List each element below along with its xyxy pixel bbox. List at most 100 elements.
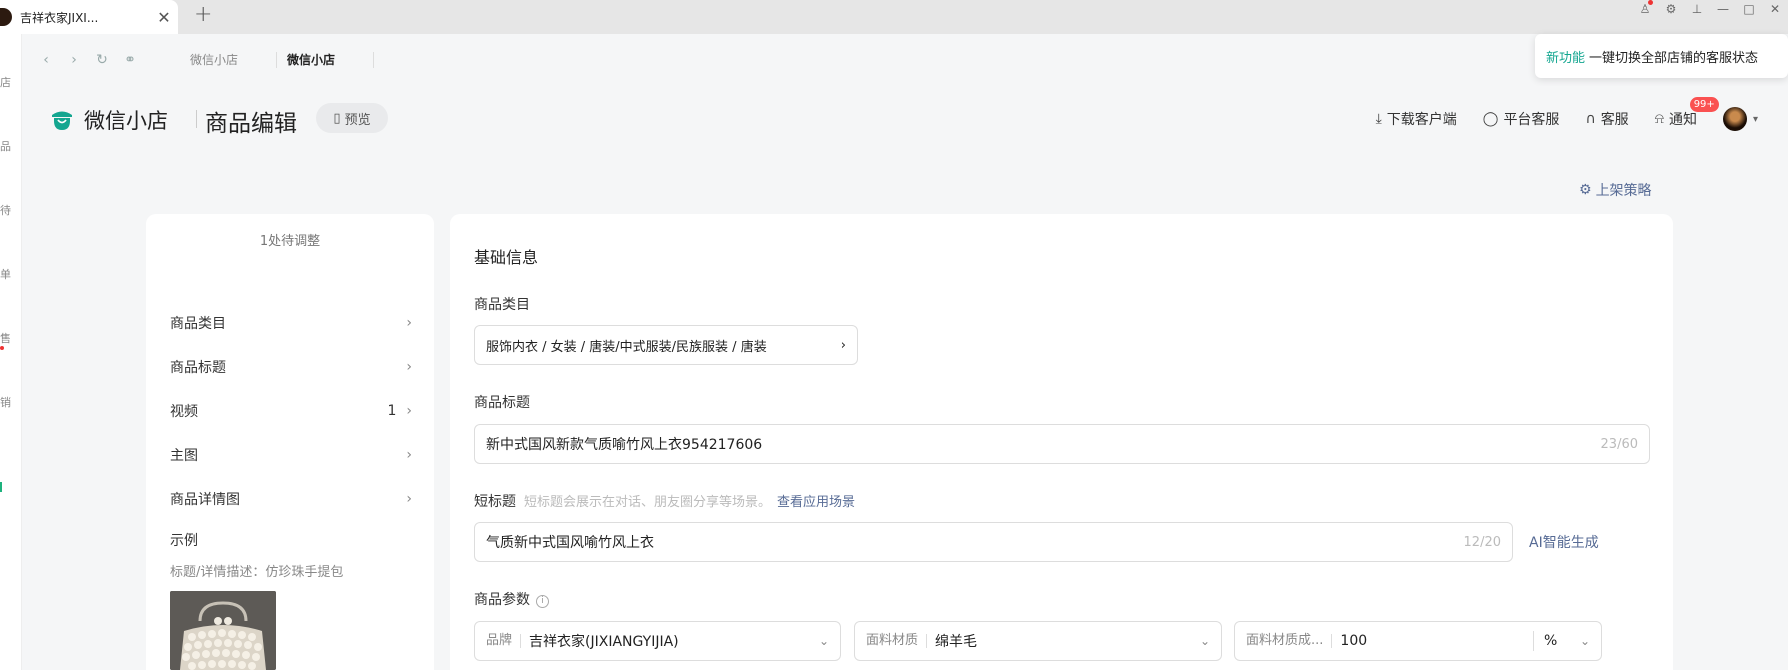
section-nav-card: 1处待调整 商品类目 › 商品标题 › 视频 1 › 主图 › 商品详情图 › … — [146, 214, 434, 670]
title-input[interactable]: 新中式国风新款气质喻竹风上衣954217606 23/60 — [474, 424, 1650, 464]
customer-service-label: 客服 — [1600, 112, 1629, 128]
chevron-down-icon: ⌄ — [818, 634, 829, 648]
rail-item[interactable]: 销 — [0, 394, 11, 410]
rail-item[interactable]: 单 — [0, 266, 11, 282]
platform-service-label: 平台客服 — [1503, 112, 1560, 128]
fabric-content-input[interactable]: 面料材质成... 100 % ⌄ — [1234, 621, 1602, 661]
listing-strategy-link[interactable]: ⚙ 上架策略 — [1579, 180, 1652, 200]
preview-label: 预览 — [344, 112, 371, 128]
tab-title: 吉祥衣家JIXI... — [20, 10, 99, 25]
nav-item-main-image[interactable]: 主图 › — [170, 440, 412, 470]
unit-divider — [1532, 631, 1534, 651]
rail-active-indicator — [0, 482, 2, 492]
chevron-right-icon: › — [406, 403, 412, 419]
basic-info-card: 基础信息 商品类目 服饰内衣 / 女装 / 唐装/中式服装/民族服装 / 唐装 … — [450, 214, 1673, 670]
chat-icon: ◯ — [1482, 111, 1499, 127]
pending-count: 1处待调整 — [259, 234, 321, 249]
params-label-row: 商品参数 i — [474, 589, 549, 609]
new-tab-icon[interactable]: + — [194, 2, 212, 27]
nav-item-detail-images[interactable]: 商品详情图 › — [170, 484, 412, 514]
short-title-hint-text: 短标题会展示在对话、朋友圈分享等场景。 — [524, 495, 772, 510]
fabric-content-value: 100 — [1340, 633, 1368, 649]
shop-logo-icon — [52, 111, 72, 130]
fabric-select[interactable]: 面料材质 绵羊毛 ⌄ — [854, 621, 1222, 661]
example-title: 示例 — [170, 533, 198, 549]
refresh-icon[interactable]: ↻ — [88, 52, 116, 68]
title-counter: 23/60 — [1600, 436, 1638, 452]
notification-label: 通知 — [1668, 112, 1697, 128]
notification-button[interactable]: ⍾ 通知 99+ — [1654, 97, 1719, 129]
nav-item-label: 商品标题 — [170, 360, 226, 376]
platform-service-button[interactable]: ◯ 平台客服 — [1483, 109, 1560, 129]
preview-button[interactable]: ▯ 预览 — [316, 103, 388, 133]
chevron-down-icon[interactable]: ▾ — [1753, 114, 1758, 125]
page-title: 商品编辑 — [205, 111, 297, 137]
nav-item-category[interactable]: 商品类目 › — [170, 308, 412, 338]
brand-select[interactable]: 品牌 吉祥衣家(JIXIANGYIJIA) ⌄ — [474, 621, 841, 661]
nav-item-label: 主图 — [170, 448, 198, 464]
browser-tabbar: 吉祥衣家JIXI... ✕ + ♙ ⚙ ⊥ — □ ✕ — [0, 0, 1788, 34]
browser-tab[interactable]: 吉祥衣家JIXI... ✕ — [0, 0, 178, 34]
short-title-counter: 12/20 — [1463, 534, 1501, 550]
headset-icon: ∩ — [1585, 111, 1596, 127]
chevron-down-icon: ⌄ — [1199, 634, 1210, 648]
info-icon[interactable]: i — [536, 595, 549, 608]
nav-tab-shop[interactable]: 微信小店 — [164, 52, 278, 68]
download-icon: ⤓ — [1375, 111, 1382, 127]
rail-item[interactable]: 售 — [0, 330, 11, 346]
notice-tag: 新功能 — [1546, 50, 1586, 66]
window-close-icon[interactable]: ✕ — [1766, 2, 1784, 16]
nav-tab-shop-active[interactable]: 微信小店 — [277, 52, 375, 68]
nav-item-video[interactable]: 视频 1 › — [170, 396, 412, 426]
chevron-down-icon: ⌄ — [1579, 634, 1590, 648]
rail-item[interactable]: 品 — [0, 138, 11, 154]
header-actions: ⤓ 下载客户端 ◯ 平台客服 ∩ 客服 ⍾ 通知 99+ ▾ — [1376, 97, 1758, 134]
tab-favicon — [0, 8, 12, 26]
title-value: 新中式国风新款气质喻竹风上衣954217606 — [486, 437, 763, 453]
nav-item-label: 视频 — [170, 404, 198, 420]
example-image — [170, 591, 276, 670]
logo-text: 微信小店 — [84, 109, 168, 133]
category-label: 商品类目 — [474, 297, 530, 313]
category-selector[interactable]: 服饰内衣 / 女装 / 唐装/中式服装/民族服装 / 唐装 › — [474, 325, 858, 365]
close-icon[interactable]: ✕ — [150, 8, 178, 27]
chevron-right-icon: › — [840, 337, 846, 353]
chevron-right-icon: › — [406, 491, 412, 507]
settings-icon[interactable]: ⚙ — [1662, 2, 1680, 16]
notification-badge: 99+ — [1689, 97, 1719, 112]
gear-icon: ⚙ — [1579, 182, 1592, 198]
minimize-icon[interactable]: — — [1714, 2, 1732, 16]
chevron-right-icon: › — [406, 359, 412, 375]
avatar[interactable] — [1722, 107, 1747, 131]
pin-icon[interactable]: ⊥ — [1688, 2, 1706, 16]
example-description: 标题/详情描述：仿珍珠手提包 — [170, 565, 344, 580]
section-title: 基础信息 — [474, 248, 539, 267]
short-title-label: 短标题 — [474, 494, 516, 510]
title-label: 商品标题 — [474, 395, 530, 411]
rail-item[interactable]: 待 — [0, 202, 11, 218]
link-icon[interactable]: ⚭ — [116, 52, 144, 68]
download-client-button[interactable]: ⤓ 下载客户端 — [1376, 109, 1457, 129]
forward-icon[interactable]: › — [60, 52, 88, 68]
rail-item[interactable]: 店 — [0, 74, 11, 90]
user-icon[interactable]: ♙ — [1636, 0, 1654, 16]
unit-select[interactable]: % — [1544, 633, 1580, 649]
category-value: 服饰内衣 / 女装 / 唐装/中式服装/民族服装 / 唐装 — [486, 339, 767, 355]
window-controls: ♙ ⚙ ⊥ — □ ✕ — [1636, 0, 1788, 18]
view-scenarios-link[interactable]: 查看应用场景 — [777, 495, 855, 510]
feature-notice[interactable]: 新功能 一键切换全部店铺的客服状态 — [1535, 34, 1788, 78]
nav-item-title[interactable]: 商品标题 › — [170, 352, 412, 382]
fabric-value: 绵羊毛 — [935, 634, 978, 650]
app-header: 微信小店 商品编辑 ▯ 预览 ⤓ 下载客户端 ◯ 平台客服 ∩ 客服 ⍾ 通知 … — [22, 86, 1788, 156]
bell-icon: ⍾ — [1654, 111, 1664, 127]
maximize-icon[interactable]: □ — [1740, 2, 1758, 16]
nav-item-count: 1 — [387, 403, 397, 419]
ai-generate-button[interactable]: AI智能生成 — [1529, 532, 1599, 552]
short-title-hint: 短标题会展示在对话、朋友圈分享等场景。 查看应用场景 — [524, 491, 855, 510]
back-icon[interactable]: ‹ — [32, 52, 60, 68]
customer-service-button[interactable]: ∩ 客服 — [1585, 109, 1628, 129]
fabric-label: 面料材质 — [866, 634, 928, 648]
nav-item-label: 商品类目 — [170, 316, 226, 332]
chevron-right-icon: › — [406, 447, 412, 463]
short-title-input[interactable]: 气质新中式国风喻竹风上衣 12/20 — [474, 522, 1513, 562]
